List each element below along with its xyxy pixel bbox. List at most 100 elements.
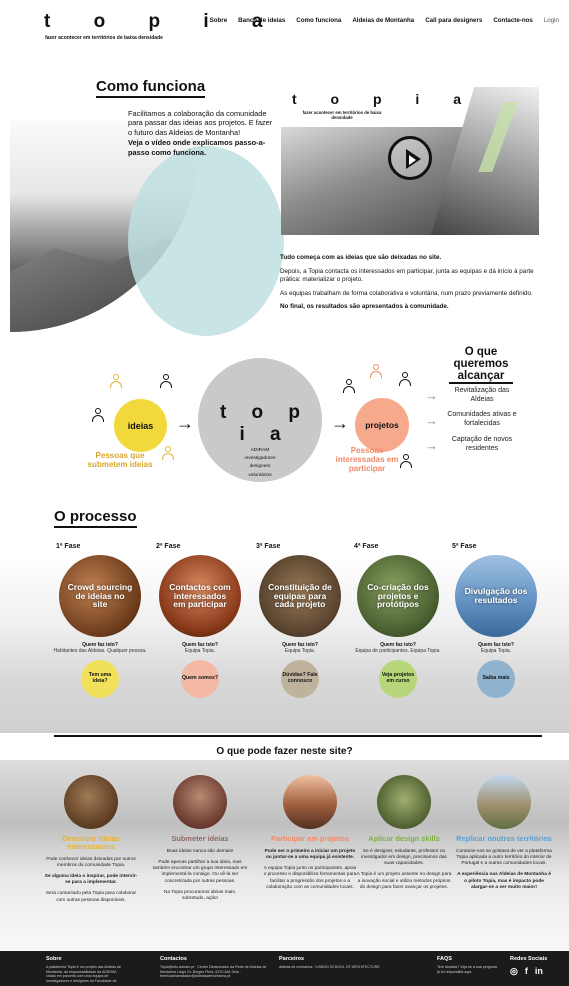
phase-button[interactable]: Veja projetos em curso [379, 660, 417, 699]
facebook-icon[interactable]: f [525, 966, 528, 977]
person-icon [399, 372, 411, 386]
footer-col-text: Topia@info.adiram.pt · Centro Dinamizado… [160, 965, 267, 979]
site-actions-title: O que pode fazer neste site? [216, 746, 353, 757]
person-icon [343, 379, 355, 393]
footer-col-title[interactable]: Contactos [160, 956, 270, 962]
action-image [173, 775, 227, 829]
footer-col-social: Redes Sociais ◎ f in [510, 956, 565, 977]
phase-number: 1ª Fase [56, 543, 81, 550]
step-4: No final, os resultados são apresentados… [280, 303, 449, 310]
phase-button[interactable]: Saiba mais [477, 660, 515, 699]
nav-call-para-designers[interactable]: Call para designers [425, 17, 482, 24]
action-title: Submeter ideias [171, 834, 229, 843]
nav-banco-de-ideias[interactable]: Banco de ideias [238, 17, 285, 24]
phase-number: 2ª Fase [156, 543, 181, 550]
phase-card: 5ª Fase Divulgação dos resultados Quem f… [448, 543, 544, 699]
action-image [377, 775, 431, 829]
phase-number: 5ª Fase [452, 543, 477, 550]
objective-item: Captação de novos residentes [451, 436, 513, 452]
objectives-title-text: O que queremos alcançar [449, 346, 513, 385]
phase-card: 2ª Fase Contactos com interessados em pa… [152, 543, 248, 699]
action-title: Participar em projetos [270, 834, 350, 843]
footer-col-text: Tem dúvidas? Veja se a sua pergunta já f… [437, 965, 497, 974]
phase-image: Contactos com interessados em participar [159, 555, 241, 637]
phase-card: 3ª Fase Constituição de equipas para cad… [252, 543, 348, 699]
phase-number: 4ª Fase [354, 543, 379, 550]
person-icon [160, 374, 172, 388]
nav-contacte-nos[interactable]: Contacte-nos [493, 17, 533, 24]
logo-tagline: fazer acontecer em territórios de baixa … [45, 35, 163, 41]
footer-col-sobre: Sobre A plataforma Topia é um projeto da… [46, 956, 126, 984]
footer-col-title[interactable]: Parceiros [279, 956, 419, 962]
footer-col-text: A plataforma Topia é um projeto das Alde… [46, 965, 122, 984]
processo-title: O processo [54, 508, 137, 528]
action-card[interactable]: Replicar noutros territórios Contacte-no… [456, 775, 552, 891]
footer-col-title[interactable]: FAQS [437, 956, 497, 962]
topia-sub-2: investigadores [244, 456, 276, 462]
objective-item: Comunidades ativas e fortalecidas [447, 411, 517, 427]
topia-sub-4: voluntários [248, 472, 272, 478]
action-desc-2: A experiência nas Aldeias de Montanha é … [457, 872, 551, 890]
linkedin-icon[interactable]: in [535, 966, 543, 977]
arrow-right-icon: → [425, 388, 438, 403]
section-divider [54, 735, 542, 737]
phase-card: 1ª Fase Crowd sourcing de ideias no site… [52, 543, 148, 699]
footer-col-title[interactable]: Sobre [46, 956, 126, 962]
objectives-title: O que queremos alcançar [449, 346, 513, 385]
play-icon[interactable] [388, 136, 432, 180]
person-icon [92, 408, 104, 422]
video-logo-word: t o p i a [292, 91, 476, 107]
action-title: Aplicar design skills [368, 834, 440, 843]
phase-who-value: Equipa de participantes. Equipa Topia. [355, 648, 441, 654]
phase-button[interactable]: Dúvidas? Fale connosco [281, 660, 319, 699]
intro-bold-text: Veja o vídeo onde explicamos passo-a-pas… [128, 138, 266, 157]
projetos-people-label: Pessoas interessadas em participar [335, 446, 399, 473]
nav-sobre[interactable]: Sobre [210, 17, 228, 24]
objective-item: Revitalização das Aldeias [454, 387, 510, 403]
action-image [64, 775, 118, 829]
arrow-right-icon: → [425, 438, 438, 453]
action-desc: Pode ser o primeiro a iniciar um projeto… [264, 848, 356, 860]
video-logo: t o p i a fazer acontecer em territórios… [292, 92, 476, 120]
phase-number: 3ª Fase [256, 543, 281, 550]
como-funciona-steps: Tudo começa com as ideias que são deixad… [280, 254, 542, 317]
action-desc-3: Na Topia procuramos ideias mais, sobretu… [163, 889, 237, 902]
decorative-blue-circle [128, 146, 284, 336]
phase-image: Crowd sourcing de ideias no site [59, 555, 141, 637]
main-nav: Sobre Banco de ideias Como funciona Alde… [210, 17, 559, 24]
intro-text: Facilitamos a colaboração da comunidade … [128, 109, 273, 137]
step-1: Tudo começa com as ideias que são deixad… [280, 254, 442, 261]
instagram-icon[interactable]: ◎ [510, 966, 518, 977]
phase-button[interactable]: Tem uma ideia? [81, 660, 119, 699]
nav-como-funciona[interactable]: Como funciona [296, 17, 341, 24]
action-desc-2: Se alguma ideia o inspirar, pode intervi… [44, 874, 138, 886]
action-desc-2: Pode apenas partilhar a sua ideia, mas t… [152, 860, 248, 884]
phase-image: Divulgação dos resultados [455, 555, 537, 637]
video-logo-tagline: fazer acontecer em territórios de baixa … [302, 110, 382, 121]
phase-who-value: Habitantes das Aldeias. Qualquer pessoa. [53, 648, 147, 654]
phase-button[interactable]: Quem somos? [181, 660, 219, 699]
topia-word: t o p i a [219, 402, 311, 445]
action-card[interactable]: Submeter ideias Boas ideias nunca são de… [152, 775, 248, 902]
action-card[interactable]: Participar em projetos Pode ser o primei… [262, 775, 358, 891]
login-link[interactable]: Login [544, 17, 559, 24]
person-icon [162, 446, 174, 460]
phase-image: Constituição de equipas para cada projet… [259, 555, 341, 637]
ideias-circle: ideias [114, 399, 167, 452]
step-2: Depois, a Topia contacta os interessados… [280, 267, 534, 284]
topia-sub-3: designers [249, 464, 271, 470]
footer-col-parceiros: Parceiros aldeias de montanha · LISBON S… [279, 956, 419, 970]
action-title: Descobrir ideias interessantes [62, 834, 120, 851]
footer-col-contactos: Contactos Topia@info.adiram.pt · Centro … [160, 956, 270, 979]
phase-who-value: Equipa Topia. [480, 648, 512, 654]
nav-aldeias-de-montanha[interactable]: Aldeias de Montanha [352, 17, 414, 24]
topia-sub-1: ADIRAM [250, 448, 270, 453]
action-card[interactable]: Aplicar design skills Se é designer, est… [356, 775, 452, 891]
footer-col-faqs: FAQS Tem dúvidas? Veja se a sua pergunta… [437, 956, 497, 974]
arrow-right-icon: → [331, 413, 349, 433]
footer-col-text: aldeias de montanha · LISBON SCHOOL OF A… [279, 965, 380, 969]
action-desc-2: A Topia é um projeto assente no design p… [356, 872, 452, 890]
phase-image: Co-criação dos projetos e protótipos [357, 555, 439, 637]
action-title: Replicar noutros territórios [456, 834, 552, 843]
action-card[interactable]: Descobrir ideias interessantes Pode conh… [43, 775, 139, 904]
